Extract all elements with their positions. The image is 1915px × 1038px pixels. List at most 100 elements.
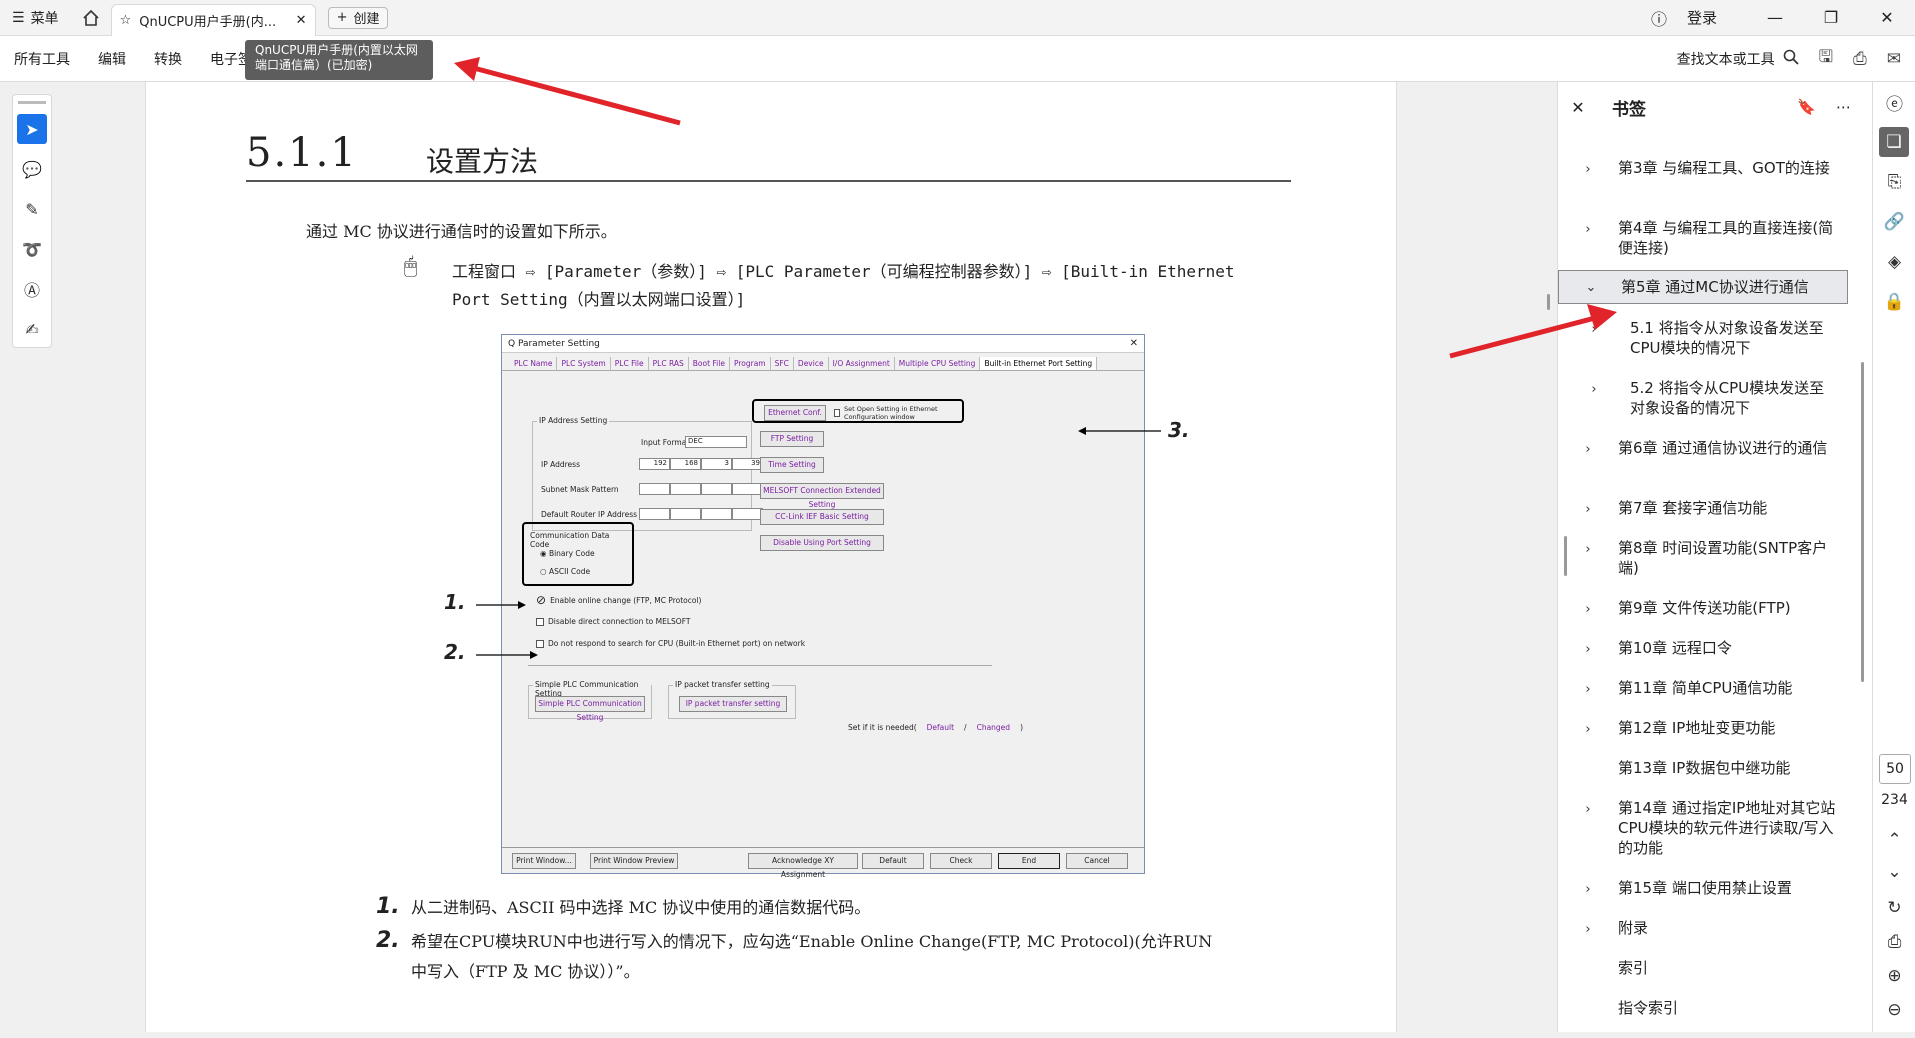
shot-tab: Device — [794, 357, 829, 370]
minimize-icon[interactable]: — — [1747, 0, 1803, 36]
bookmark-item[interactable]: › 第4章 与编程工具的直接连接(简便连接) — [1558, 218, 1848, 258]
maximize-icon[interactable]: ❐ — [1803, 0, 1859, 36]
bookmark-item[interactable]: › 第14章 通过指定IP地址对其它站CPU模块的软元件进行读取/写入的功能 — [1558, 798, 1848, 858]
close-panel-icon[interactable]: ✕ — [1558, 98, 1598, 117]
shot-tab: PLC System — [557, 357, 611, 370]
menu-all-tools[interactable]: 所有工具 — [0, 49, 84, 69]
shot-tab: PLC Name — [510, 357, 558, 370]
shot-tab: SFC — [771, 357, 794, 370]
shot-tab: Boot File — [689, 357, 730, 370]
close-window-icon[interactable]: ✕ — [1859, 0, 1915, 36]
hamburger-icon: ☰ — [12, 9, 25, 26]
new-tab-button[interactable]: + 创建 — [327, 6, 389, 29]
bookmark-item-selected[interactable]: ⌄ 第5章 通过MC协议进行通信 — [1558, 270, 1848, 304]
bookmark-item[interactable]: › 第8章 时间设置功能(SNTP客户端) — [1558, 538, 1848, 578]
sign-icon[interactable]: ✍ — [17, 314, 47, 344]
pdf-page: 5.1.1 设置方法 通过 MC 协议进行通信时的设置如下所示。 🖱 工程窗口 … — [145, 82, 1397, 1032]
menu-label: 菜单 — [30, 10, 59, 27]
step-2-number: 2. — [376, 928, 400, 953]
login-button[interactable]: 登录 — [1679, 7, 1747, 28]
slash-sep: / — [964, 723, 967, 732]
tooltip-line-1: QnUCPU用户手册(内置以太网 — [255, 43, 418, 57]
shot-title: Q Parameter Setting — [508, 338, 600, 349]
layers-icon[interactable]: ◈ — [1873, 242, 1915, 282]
bookmark-item[interactable]: › 第9章 文件传送功能(FTP) — [1558, 598, 1848, 620]
lock-icon[interactable]: 🔒 — [1873, 282, 1915, 322]
bookmark-item[interactable]: › 附录 — [1558, 918, 1848, 940]
shot-tabs: PLC Name PLC System PLC File PLC RAS Boo… — [502, 353, 1144, 371]
menu-convert[interactable]: 转换 — [140, 49, 196, 69]
simple-plc-group: Simple PLC Communication Setting Simple … — [528, 680, 652, 722]
mail-icon[interactable]: ✉ — [1887, 49, 1901, 69]
bookmark-item[interactable]: › 第6章 通过通信协议进行的通信 — [1558, 438, 1848, 460]
bookmark-item[interactable]: 指令索引 — [1558, 998, 1848, 1018]
print-preview-button: Print Window Preview — [590, 853, 678, 869]
zoom-out-icon[interactable]: ⊖ — [1873, 990, 1915, 1030]
bookmark-subitem[interactable]: › 5.2 将指令从CPU模块发送至对象设备的情况下 — [1558, 378, 1848, 418]
find-label: 查找文本或工具 — [1676, 51, 1775, 68]
section-number: 5.1.1 — [246, 130, 358, 176]
close-paren: ) — [1020, 723, 1023, 732]
cancel-button: Cancel — [1066, 853, 1128, 869]
close-tab-icon[interactable]: ✕ — [296, 13, 307, 28]
save-icon[interactable]: 🖫 — [1819, 44, 1833, 73]
toolbar-handle[interactable] — [18, 101, 46, 104]
callout-arrows — [476, 427, 1161, 659]
current-page-field[interactable]: 50 — [1879, 754, 1911, 784]
shot-tab: PLC File — [611, 357, 649, 370]
tab-title: QnUCPU用户手册(内... — [139, 14, 277, 30]
ip-packet-button: IP packet transfer setting — [679, 696, 787, 712]
search-icon — [1783, 49, 1799, 69]
acknowledge-xy-button: Acknowledge XY Assignment — [748, 853, 858, 879]
more-options-icon[interactable]: ⋯ — [1836, 98, 1851, 116]
bookmark-title: 书签 — [1612, 99, 1646, 120]
shot-tab: Program — [730, 357, 771, 370]
menu-button[interactable]: ☰ 菜单 — [0, 0, 71, 36]
text-select-icon[interactable]: Ⓐ — [17, 274, 47, 304]
find-tools-button[interactable]: 查找文本或工具 — [1677, 49, 1799, 69]
bookmark-scrollbar[interactable] — [1861, 362, 1864, 682]
lasso-icon[interactable]: ➰ — [17, 234, 47, 264]
annotation-arrow-bookmark — [1449, 304, 1617, 359]
bookmark-item[interactable]: 第13章 IP数据包中继功能 — [1558, 758, 1848, 778]
pen-icon[interactable]: ✎ — [17, 194, 47, 224]
ip-packet-group: IP packet transfer setting IP packet tra… — [668, 680, 796, 719]
bookmark-item[interactable]: › 第10章 远程口令 — [1558, 638, 1848, 660]
add-bookmark-icon[interactable]: 🔖 — [1797, 98, 1816, 116]
mouse-icon: 🖱 — [404, 254, 418, 279]
ai-assistant-icon[interactable]: ⓔ — [1873, 82, 1915, 122]
tooltip-line-2: 端口通信篇）(已加密) — [255, 58, 373, 72]
step-2-text-line1: 希望在CPU模块RUN中也进行写入的情况下，应勾选“Enable Online … — [411, 932, 1213, 951]
bookmark-item[interactable]: › 第7章 套接字通信功能 — [1558, 498, 1848, 520]
pages-icon[interactable]: ⎘ — [1873, 162, 1915, 202]
bookmark-panel-icon[interactable]: ❏ — [1879, 127, 1909, 157]
menu-edit[interactable]: 编辑 — [84, 49, 140, 69]
select-cursor-icon[interactable]: ➤ — [17, 114, 47, 144]
document-viewport[interactable]: 5.1.1 设置方法 通过 MC 协议进行通信时的设置如下所示。 🖱 工程窗口 … — [70, 82, 1557, 1032]
step-2-text-line2: 中写入（FTP 及 MC 协议））”。 — [411, 962, 640, 981]
comment-icon[interactable]: 💬 — [17, 154, 47, 184]
star-icon[interactable]: ☆ — [120, 13, 132, 28]
shot-tab: PLC RAS — [649, 357, 689, 370]
attachment-icon[interactable]: 🔗 — [1873, 202, 1915, 242]
menu-path: 工程窗口 ⇨ [Parameter（参数）] ⇨ [PLC Parameter（… — [452, 262, 1235, 309]
simple-plc-button: Simple PLC Communication Setting — [535, 696, 645, 722]
bookmark-item[interactable]: 索引 — [1558, 958, 1848, 978]
bookmark-item[interactable]: › 第15章 端口使用禁止设置 — [1558, 878, 1848, 900]
bookmark-item[interactable]: › 第11章 简单CPU通信功能 — [1558, 678, 1848, 700]
bookmark-item[interactable]: › 第3章 与编程工具、GOT的连接 — [1558, 158, 1848, 180]
home-icon[interactable] — [71, 0, 111, 36]
document-tab[interactable]: ☆ QnUCPU用户手册(内... ✕ — [110, 3, 316, 36]
panel-resize-handle[interactable] — [1564, 536, 1567, 576]
plus-icon: + — [336, 10, 348, 25]
shot-tab: I/O Assignment — [829, 357, 895, 370]
end-button: End — [998, 853, 1060, 869]
intro-paragraph: 通过 MC 协议进行通信时的设置如下所示。 — [306, 222, 617, 241]
callout-2: 2. — [444, 640, 466, 664]
left-toolbar: ➤ 💬 ✎ ➰ Ⓐ ✍ — [12, 94, 52, 348]
help-icon[interactable]: ⓘ — [1639, 6, 1679, 30]
bookmark-item[interactable]: › 第12章 IP地址变更功能 — [1558, 718, 1848, 740]
print-icon[interactable]: ⎙ — [1853, 49, 1867, 69]
section-rule — [246, 180, 1291, 182]
page-down-icon[interactable]: ⌄ — [1873, 852, 1915, 892]
